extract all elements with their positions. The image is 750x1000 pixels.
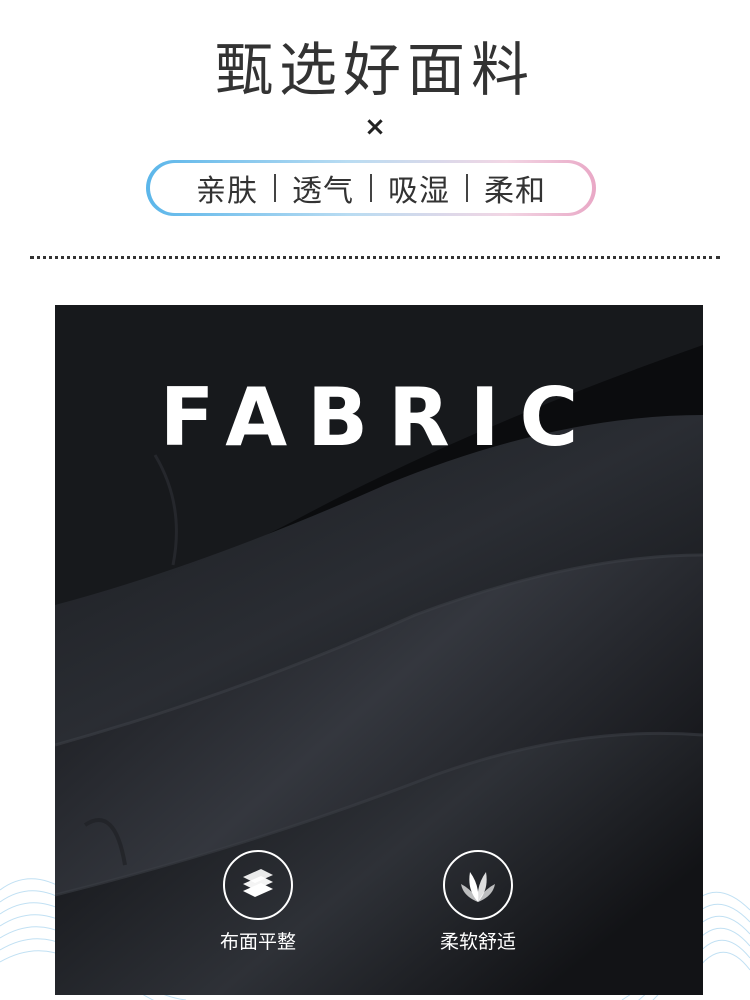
fabric-heading: FABRIC (159, 371, 599, 464)
dotted-divider (30, 256, 720, 259)
page-title: 甄选好面料 (214, 36, 535, 104)
property-skin-friendly: 亲肤 (196, 174, 258, 209)
feature-icon-ring (223, 850, 293, 920)
property-soft: 柔和 (484, 174, 546, 209)
flat-layers-icon (243, 869, 273, 897)
feature-soft-comfort: 柔软舒适 (408, 850, 548, 954)
feature-flat-surface: 布面平整 (188, 850, 328, 954)
leaf-sprout-icon (461, 872, 495, 902)
feature-label: 柔软舒适 (439, 931, 516, 953)
feature-icon-ring (443, 850, 513, 920)
property-moisture-absorbing: 吸湿 (388, 174, 450, 209)
feature-label: 布面平整 (219, 931, 296, 953)
property-breathable: 透气 (292, 174, 354, 209)
cross-symbol: × (364, 112, 386, 142)
fabric-properties-pill: 亲肤 透气 吸湿 柔和 (146, 160, 596, 216)
fabric-photo: FABRIC 布面平整 柔软舒适 (55, 305, 703, 995)
